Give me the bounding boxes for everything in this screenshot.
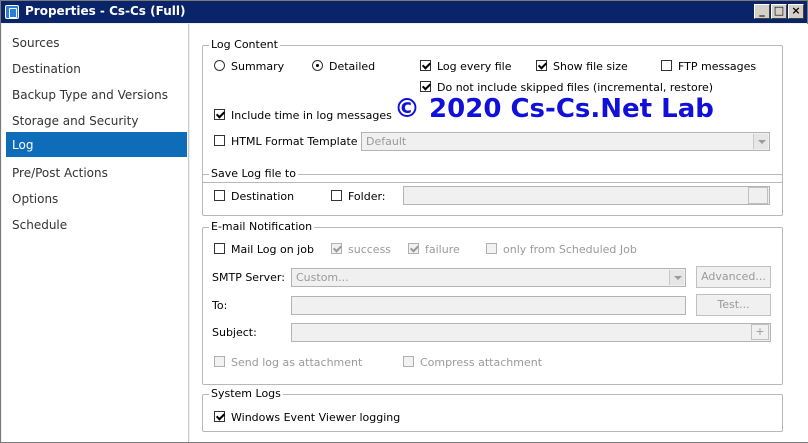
- mail-log-label: Mail Log on job: [231, 243, 314, 256]
- summary-radio-indicator: [214, 60, 225, 71]
- sidebar-item-destination[interactable]: Destination: [6, 56, 187, 81]
- checkbox-box: [214, 356, 225, 367]
- checkbox-box: [486, 243, 497, 254]
- include-time-label: Include time in log messages: [231, 109, 392, 122]
- detailed-label: Detailed: [329, 60, 376, 73]
- sidebar-item-storage[interactable]: Storage and Security: [6, 108, 187, 133]
- checkbox-box: [214, 190, 225, 201]
- copyright-watermark: © 2020 Cs-Cs.Net Lab: [394, 94, 714, 124]
- minimize-button[interactable]: _: [754, 4, 770, 19]
- close-button[interactable]: ×: [788, 4, 804, 19]
- failure-label: failure: [425, 243, 460, 256]
- success-checkbox[interactable]: success: [331, 243, 391, 256]
- save-destination-label: Destination: [231, 190, 295, 203]
- ftp-messages-label: FTP messages: [678, 60, 757, 73]
- show-file-size-label: Show file size: [553, 60, 628, 73]
- smtp-label: SMTP Server:: [212, 271, 285, 284]
- compress-attachment-checkbox[interactable]: Compress attachment: [403, 356, 542, 369]
- sidebar-item-schedule[interactable]: Schedule: [6, 212, 187, 237]
- app-icon: [5, 5, 19, 19]
- detailed-radio[interactable]: Detailed: [312, 60, 375, 73]
- save-destination-checkbox[interactable]: Destination: [214, 190, 294, 203]
- skip-files-checkbox[interactable]: Do not include skipped files (incrementa…: [420, 81, 713, 94]
- send-attachment-label: Send log as attachment: [231, 356, 363, 369]
- success-label: success: [348, 243, 392, 256]
- send-attachment-checkbox[interactable]: Send log as attachment: [214, 356, 362, 369]
- log-settings-panel: Log Content Summary Detailed Log every f…: [190, 24, 808, 442]
- failure-checkbox[interactable]: failure: [408, 243, 460, 256]
- smtp-server-value: Custom...: [296, 271, 349, 284]
- sidebar-item-options[interactable]: Options: [6, 186, 187, 211]
- checkmark-icon: [536, 60, 547, 71]
- show-file-size-checkbox[interactable]: Show file size: [536, 60, 628, 73]
- checkbox-box: [331, 190, 342, 201]
- html-template-label: HTML Format Template: [231, 135, 358, 148]
- checkbox-box: [403, 356, 414, 367]
- browse-button[interactable]: [748, 187, 768, 204]
- insert-variable-button[interactable]: +: [751, 324, 769, 340]
- sidebar-item-pre-post[interactable]: Pre/Post Actions: [6, 160, 187, 185]
- system-logs-group: System Logs Windows Event Viewer logging: [202, 387, 783, 432]
- title-bar[interactable]: Properties - Cs-Cs (Full) _ □ ×: [1, 1, 807, 23]
- summary-radio[interactable]: Summary: [214, 60, 284, 73]
- skip-files-label: Do not include skipped files (incrementa…: [437, 81, 714, 94]
- include-time-checkbox[interactable]: Include time in log messages: [214, 109, 392, 122]
- test-button[interactable]: Test...: [696, 294, 771, 316]
- scheduled-only-checkbox[interactable]: only from Scheduled Job: [486, 243, 637, 256]
- template-select-value: Default: [366, 135, 407, 148]
- log-content-legend: Log Content: [209, 38, 280, 51]
- chevron-down-icon: [753, 134, 768, 149]
- sidebar: Sources Destination Backup Type and Vers…: [2, 24, 189, 442]
- checkmark-icon: [420, 60, 431, 71]
- to-input[interactable]: [291, 296, 686, 315]
- scheduled-only-label: only from Scheduled Job: [503, 243, 637, 256]
- checkmark-icon: [331, 243, 342, 254]
- email-group: E-mail Notification Mail Log on job succ…: [202, 220, 783, 385]
- save-log-legend: Save Log file to: [209, 167, 298, 180]
- log-every-file-checkbox[interactable]: Log every file: [420, 60, 511, 73]
- sidebar-item-log[interactable]: Log: [6, 132, 187, 157]
- compress-attachment-label: Compress attachment: [420, 356, 543, 369]
- checkbox-box: [214, 243, 225, 254]
- email-legend: E-mail Notification: [209, 220, 315, 233]
- event-viewer-label: Windows Event Viewer logging: [231, 411, 401, 424]
- checkmark-icon: [408, 243, 419, 254]
- save-folder-checkbox[interactable]: Folder:: [331, 190, 386, 203]
- mail-log-checkbox[interactable]: Mail Log on job: [214, 243, 314, 256]
- subject-input[interactable]: +: [291, 323, 771, 342]
- subject-label: Subject:: [212, 326, 257, 339]
- system-logs-legend: System Logs: [209, 387, 283, 400]
- maximize-button[interactable]: □: [771, 4, 787, 19]
- checkbox-box: [214, 135, 225, 146]
- sidebar-item-sources[interactable]: Sources: [6, 30, 187, 55]
- checkbox-box: [661, 60, 672, 71]
- checkmark-icon: [214, 109, 225, 120]
- smtp-server-select[interactable]: Custom...: [291, 268, 686, 287]
- sidebar-item-backup-type[interactable]: Backup Type and Versions: [6, 82, 187, 107]
- window-title: Properties - Cs-Cs (Full): [25, 4, 186, 18]
- detailed-radio-indicator: [312, 60, 323, 71]
- advanced-button[interactable]: Advanced...: [696, 266, 771, 288]
- template-select[interactable]: Default: [361, 132, 770, 151]
- save-log-group: Save Log file to Destination Folder:: [202, 167, 783, 216]
- log-every-file-label: Log every file: [437, 60, 512, 73]
- to-label: To:: [212, 299, 228, 312]
- html-template-checkbox[interactable]: HTML Format Template: [214, 135, 358, 148]
- properties-window: Properties - Cs-Cs (Full) _ □ × Sources …: [0, 0, 808, 443]
- folder-path-input[interactable]: [403, 186, 770, 205]
- save-folder-label: Folder:: [348, 190, 386, 203]
- event-viewer-checkbox[interactable]: Windows Event Viewer logging: [214, 411, 400, 424]
- chevron-down-icon: [669, 270, 684, 285]
- checkmark-icon: [214, 411, 225, 422]
- checkmark-icon: [420, 81, 431, 92]
- ftp-messages-checkbox[interactable]: FTP messages: [661, 60, 756, 73]
- summary-label: Summary: [231, 60, 285, 73]
